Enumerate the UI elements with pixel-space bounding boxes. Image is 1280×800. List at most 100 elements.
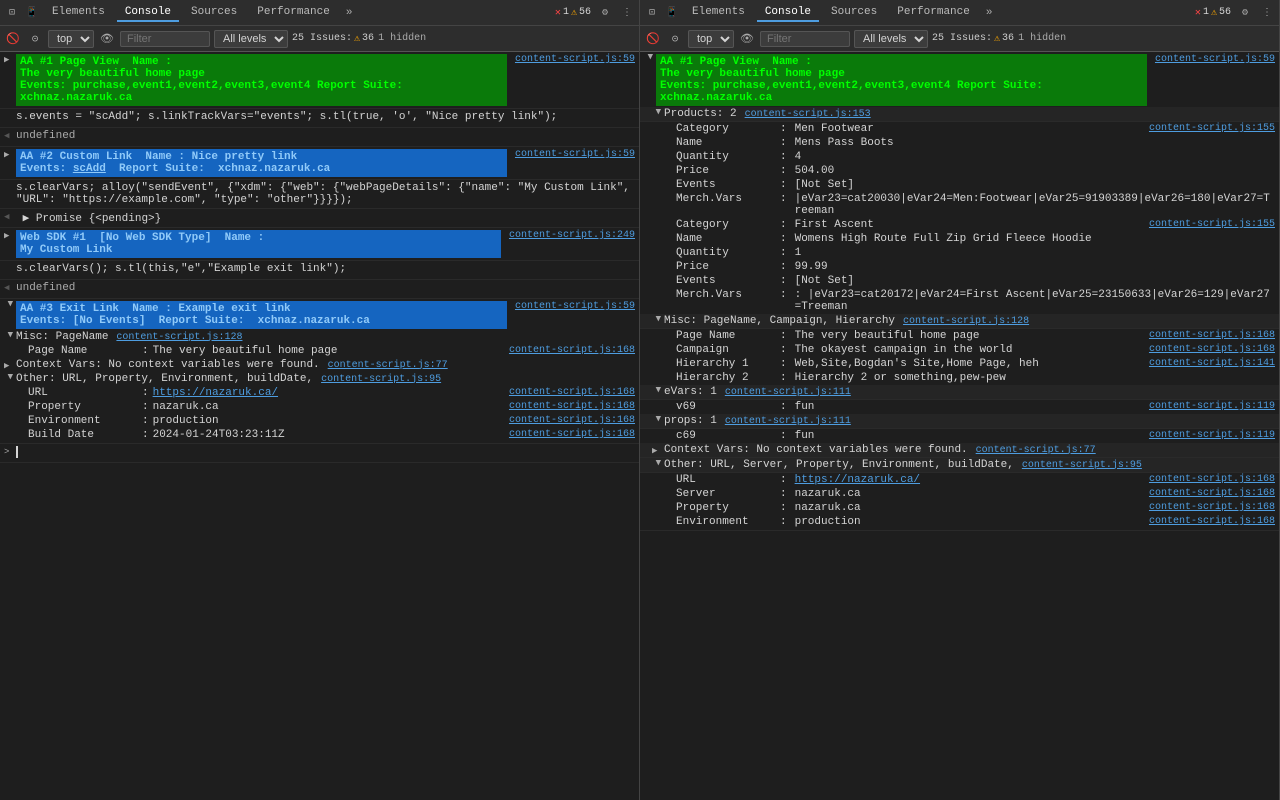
- collapse-icon-left[interactable]: ⊝: [26, 30, 44, 48]
- environment-src[interactable]: content-script.js:168: [509, 415, 635, 426]
- pagename-src[interactable]: content-script.js:168: [509, 345, 635, 356]
- settings-icon-left[interactable]: ⚙: [597, 5, 613, 21]
- log-row-code3[interactable]: s.clearVars(); s.tl(this,"e","Example ex…: [0, 262, 639, 278]
- log-row-aa2[interactable]: ▶ AA #2 Custom Link Name : Nice pretty l…: [0, 148, 639, 178]
- products-source[interactable]: content-script.js:153: [745, 109, 871, 120]
- right-campaign-src[interactable]: content-script.js:168: [1149, 344, 1275, 356]
- filter-input-right[interactable]: [760, 31, 850, 47]
- expand-promise[interactable]: ◀: [4, 212, 16, 222]
- right-hierarchy1-src[interactable]: content-script.js:141: [1149, 358, 1275, 370]
- clear-console-right[interactable]: 🚫: [644, 30, 662, 48]
- filter-input-left[interactable]: [120, 31, 210, 47]
- products-arrow[interactable]: ▶: [653, 109, 663, 121]
- misc-pagename-section[interactable]: ▶ Misc: PageName content-script.js:128: [0, 330, 639, 344]
- tab-elements-left[interactable]: Elements: [44, 4, 113, 22]
- url-src[interactable]: content-script.js:168: [509, 387, 635, 398]
- right-evars-source[interactable]: content-script.js:111: [725, 387, 851, 398]
- more-tabs-left[interactable]: »: [342, 5, 357, 21]
- right-expand-aa1[interactable]: ▶: [645, 54, 655, 66]
- more-options-icon-right[interactable]: ⋮: [1259, 5, 1275, 21]
- mobile-icon-right[interactable]: 📱: [664, 5, 680, 21]
- more-options-icon-left[interactable]: ⋮: [619, 5, 635, 21]
- log-row-websdk1[interactable]: ▶ Web SDK #1 [No Web SDK Type] Name : My…: [0, 229, 639, 259]
- issues-count-right: 36: [1002, 33, 1014, 44]
- tab-console-left[interactable]: Console: [117, 4, 179, 22]
- log-row-aa1[interactable]: ▶ AA #1 Page View Name : The very beauti…: [0, 53, 639, 107]
- right-props-section[interactable]: ▶ props: 1 content-script.js:111: [640, 414, 1279, 429]
- log-row-promise[interactable]: ◀ ▶ Promise {<pending>}: [0, 210, 639, 226]
- right-pagename-src[interactable]: content-script.js:168: [1149, 330, 1275, 342]
- builddate-src[interactable]: content-script.js:168: [509, 429, 635, 440]
- other-url-arrow[interactable]: ▶: [5, 374, 15, 386]
- right-aa1-source[interactable]: content-script.js:59: [1155, 54, 1275, 65]
- right-other-source[interactable]: content-script.js:95: [1022, 460, 1142, 471]
- right-props-source[interactable]: content-script.js:111: [725, 416, 851, 427]
- log-row-undef2[interactable]: ◀ undefined: [0, 281, 639, 297]
- websdk1-line2: My Custom Link: [20, 244, 112, 256]
- right-evars-section[interactable]: ▶ eVars: 1 content-script.js:111: [640, 385, 1279, 400]
- left-console-content[interactable]: ▶ AA #1 Page View Name : The very beauti…: [0, 52, 639, 800]
- context-select-right[interactable]: top: [688, 30, 734, 48]
- right-c69-src[interactable]: content-script.js:119: [1149, 430, 1275, 442]
- expand-aa3[interactable]: ▶: [5, 301, 15, 313]
- context-vars-source[interactable]: content-script.js:77: [328, 360, 448, 371]
- settings-icon-right[interactable]: ⚙: [1237, 5, 1253, 21]
- tab-sources-right[interactable]: Sources: [823, 4, 885, 22]
- prod1-cat-src[interactable]: content-script.js:155: [1149, 123, 1275, 135]
- right-url-src[interactable]: content-script.js:168: [1149, 474, 1275, 486]
- clear-console-left[interactable]: 🚫: [4, 30, 22, 48]
- level-select-left[interactable]: All levels: [214, 30, 288, 48]
- eye-icon-left[interactable]: 👁: [98, 30, 116, 48]
- tab-elements-right[interactable]: Elements: [684, 4, 753, 22]
- other-url-section[interactable]: ▶ Other: URL, Property, Environment, bui…: [0, 372, 639, 386]
- right-misc-arrow[interactable]: ▶: [653, 316, 663, 328]
- expand-websdk1[interactable]: ▶: [4, 231, 16, 241]
- collapse-icon-right[interactable]: ⊝: [666, 30, 684, 48]
- right-other-arrow[interactable]: ▶: [653, 460, 663, 472]
- cursor-content[interactable]: [16, 446, 635, 458]
- right-v69-src[interactable]: content-script.js:119: [1149, 401, 1275, 413]
- log-row-aa3[interactable]: ▶ AA #3 Exit Link Name : Example exit li…: [0, 300, 639, 330]
- prod2-events-key: Events: [676, 275, 776, 287]
- right-context-vars-arrow[interactable]: ▶: [652, 446, 664, 456]
- misc-pagename-source[interactable]: content-script.js:128: [116, 332, 242, 343]
- right-other-section[interactable]: ▶ Other: URL, Server, Property, Environm…: [640, 458, 1279, 473]
- products-section[interactable]: ▶ Products: 2 content-script.js:153: [640, 107, 1279, 122]
- right-evars-arrow[interactable]: ▶: [653, 387, 663, 399]
- level-select-right[interactable]: All levels: [854, 30, 928, 48]
- right-misc-source[interactable]: content-script.js:128: [903, 316, 1029, 327]
- tab-performance-right[interactable]: Performance: [889, 4, 978, 22]
- log-row-undef1[interactable]: ◀ undefined: [0, 129, 639, 145]
- prod2-cat-src[interactable]: content-script.js:155: [1149, 219, 1275, 231]
- log-row-code2[interactable]: s.clearVars; alloy("sendEvent", {"xdm": …: [0, 181, 639, 207]
- context-vars-section[interactable]: ▶ Context Vars: No context variables wer…: [0, 358, 639, 372]
- other-url-source[interactable]: content-script.js:95: [321, 374, 441, 385]
- tab-sources-left[interactable]: Sources: [183, 4, 245, 22]
- right-context-vars-source[interactable]: content-script.js:77: [976, 445, 1096, 456]
- cursor-row[interactable]: >: [0, 445, 639, 461]
- websdk1-source[interactable]: content-script.js:249: [509, 230, 635, 241]
- eye-icon-right[interactable]: 👁: [738, 30, 756, 48]
- expand-aa1[interactable]: ▶: [4, 55, 16, 65]
- misc-pagename-arrow[interactable]: ▶: [5, 332, 15, 344]
- right-property-src[interactable]: content-script.js:168: [1149, 502, 1275, 514]
- more-tabs-right[interactable]: »: [982, 5, 997, 21]
- aa2-source[interactable]: content-script.js:59: [515, 149, 635, 160]
- context-select-left[interactable]: top: [48, 30, 94, 48]
- aa3-source[interactable]: content-script.js:59: [515, 301, 635, 312]
- tab-performance-left[interactable]: Performance: [249, 4, 338, 22]
- mobile-icon[interactable]: 📱: [24, 5, 40, 21]
- log-row-code1[interactable]: s.events = "scAdd"; s.linkTrackVars="eve…: [0, 110, 639, 126]
- right-misc-section[interactable]: ▶ Misc: PageName, Campaign, Hierarchy co…: [640, 314, 1279, 329]
- right-server-src[interactable]: content-script.js:168: [1149, 488, 1275, 500]
- context-vars-arrow[interactable]: ▶: [4, 361, 16, 371]
- aa1-source[interactable]: content-script.js:59: [515, 54, 635, 65]
- expand-aa2[interactable]: ▶: [4, 150, 16, 160]
- right-console-content[interactable]: ▶ AA #1 Page View Name : The very beauti…: [640, 52, 1279, 800]
- right-context-vars-section[interactable]: ▶ Context Vars: No context variables wer…: [640, 443, 1279, 458]
- right-aa1-row[interactable]: ▶ AA #1 Page View Name : The very beauti…: [640, 53, 1279, 107]
- property-src[interactable]: content-script.js:168: [509, 401, 635, 412]
- right-props-arrow[interactable]: ▶: [653, 416, 663, 428]
- right-environment-src[interactable]: content-script.js:168: [1149, 516, 1275, 528]
- tab-console-right[interactable]: Console: [757, 4, 819, 22]
